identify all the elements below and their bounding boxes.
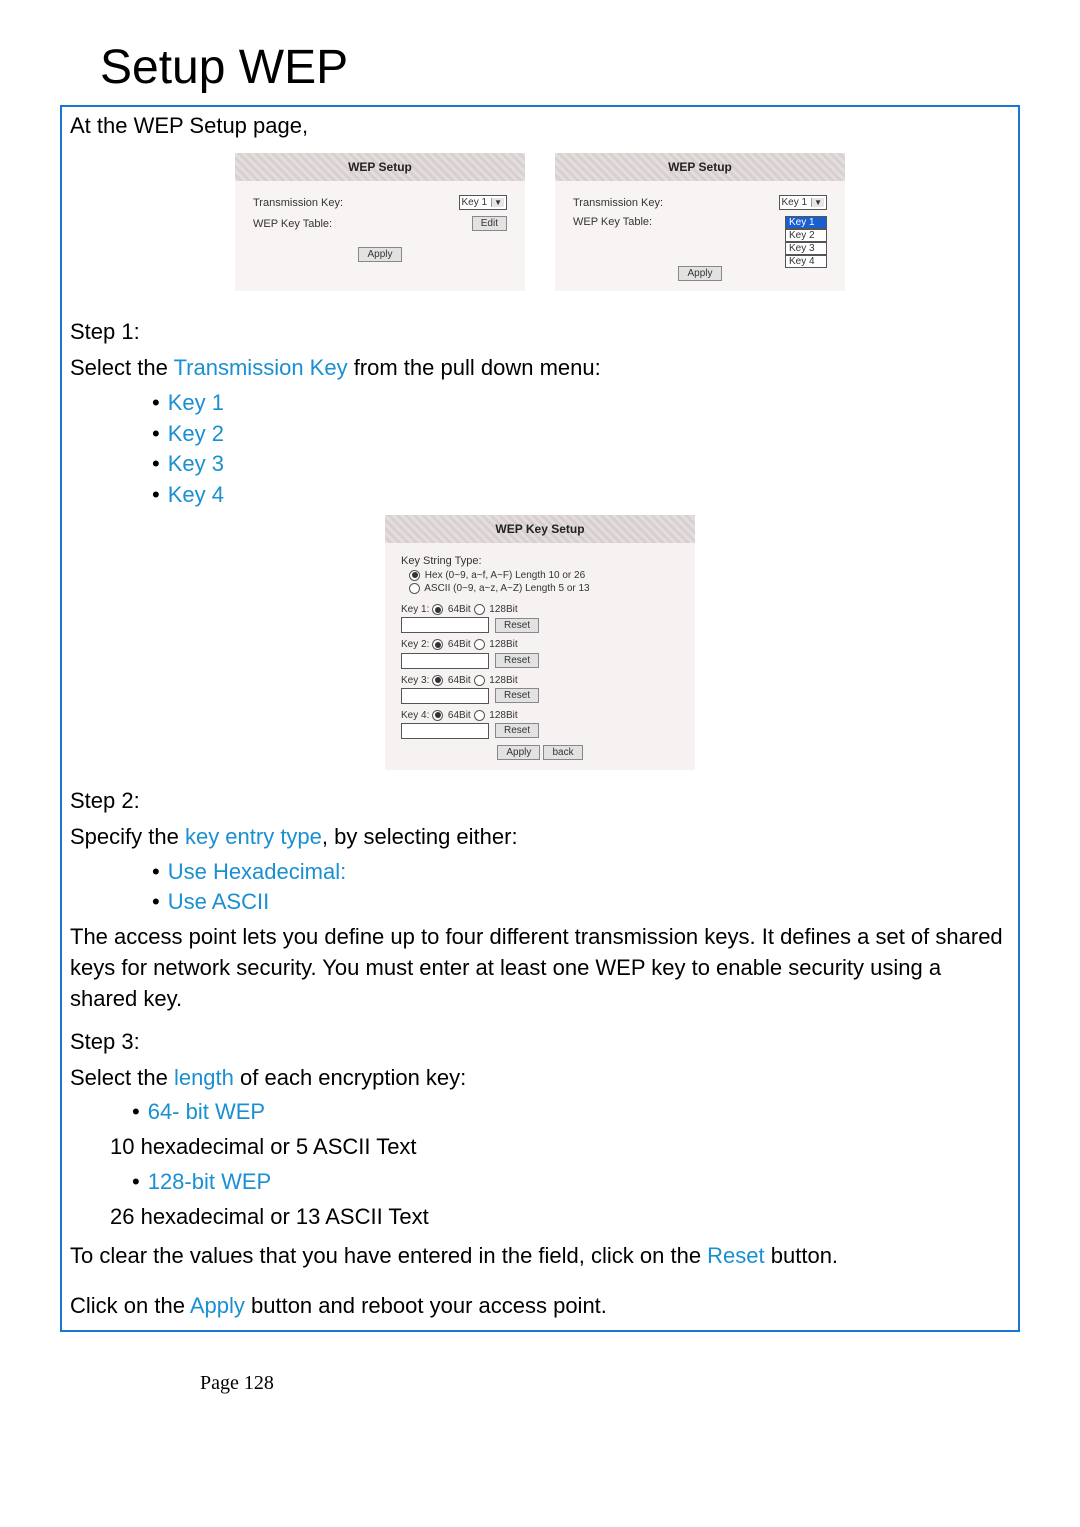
128bit-wep-bullet: 128-bit WEP <box>148 1167 272 1198</box>
bullet-icon: • <box>152 419 160 450</box>
key-3-label: Key 3: <box>401 675 429 686</box>
wep-setup-panel-1: WEP Setup Transmission Key: Key 1 ▼ WEP … <box>235 153 525 291</box>
step-1-label: Step 1: <box>62 309 1018 349</box>
ascii-option: ASCII (0~9, a~z, A~Z) Length 5 or 13 <box>424 583 589 594</box>
edit-button[interactable]: Edit <box>472 216 507 231</box>
128bit-description: 26 hexadecimal or 13 ASCII Text <box>102 1198 1018 1237</box>
reset-button[interactable]: Reset <box>495 653 539 668</box>
page-number: Page 128 <box>60 1332 1020 1395</box>
page-title: Setup WEP <box>100 40 1020 95</box>
use-hex-bullet: Use Hexadecimal: <box>168 857 347 888</box>
transmission-key-highlight: Transmission Key <box>174 355 348 380</box>
key-option-1[interactable]: Key 1 <box>785 216 827 229</box>
key-3-bullet: Key 3 <box>168 449 224 480</box>
transmission-key-label: Transmission Key: <box>573 197 779 209</box>
radio-64bit[interactable] <box>432 710 443 721</box>
key-option-2[interactable]: Key 2 <box>785 229 827 242</box>
panel-title: WEP Setup <box>555 153 845 181</box>
key-2-bullet: Key 2 <box>168 419 224 450</box>
step-1-text: Select the Transmission Key from the pul… <box>62 349 1018 388</box>
64bit-description: 10 hexadecimal or 5 ASCII Text <box>102 1128 1018 1167</box>
apply-button[interactable]: Apply <box>497 745 540 760</box>
bullet-icon: • <box>152 857 160 888</box>
step-2-label: Step 2: <box>62 778 1018 818</box>
transmission-key-select[interactable]: Key 1 ▼ <box>459 195 508 210</box>
key-2-label: Key 2: <box>401 640 429 651</box>
key-1-input[interactable] <box>401 617 489 633</box>
chevron-down-icon: ▼ <box>811 198 824 207</box>
key-dropdown-options[interactable]: Key 1 Key 2 Key 3 Key 4 <box>785 216 827 268</box>
radio-64bit[interactable] <box>432 675 443 686</box>
key-3-input[interactable] <box>401 688 489 704</box>
bullet-icon: • <box>152 480 160 511</box>
step-3-label: Step 3: <box>62 1019 1018 1059</box>
panel-title: WEP Setup <box>235 153 525 181</box>
bullet-icon: • <box>132 1097 140 1128</box>
apply-instruction: Click on the Apply button and reboot you… <box>62 1275 1018 1330</box>
radio-64bit[interactable] <box>432 639 443 650</box>
content-box: At the WEP Setup page, WEP Setup Transmi… <box>60 105 1020 1332</box>
transmission-key-label: Transmission Key: <box>253 197 459 209</box>
step-2-text: Specify the key entry type, by selecting… <box>62 818 1018 857</box>
key-4-input[interactable] <box>401 723 489 739</box>
key-4-bullet: Key 4 <box>168 480 224 511</box>
apply-button[interactable]: Apply <box>358 247 401 262</box>
radio-hex[interactable] <box>409 570 420 581</box>
reset-instruction: To clear the values that you have entere… <box>62 1237 1018 1276</box>
reset-button[interactable]: Reset <box>495 618 539 633</box>
radio-64bit[interactable] <box>432 604 443 615</box>
length-highlight: length <box>174 1065 234 1090</box>
transmission-key-select[interactable]: Key 1 ▼ <box>779 195 828 210</box>
key-entry-type-highlight: key entry type <box>185 824 322 849</box>
step-3-text: Select the length of each encryption key… <box>62 1059 1018 1098</box>
key-option-4[interactable]: Key 4 <box>785 255 827 268</box>
intro-text: At the WEP Setup page, <box>62 107 1018 145</box>
bullet-icon: • <box>152 388 160 419</box>
key-string-type-label: Key String Type: <box>401 555 679 567</box>
radio-128bit[interactable] <box>474 675 485 686</box>
radio-128bit[interactable] <box>474 710 485 721</box>
apply-highlight: Apply <box>190 1293 245 1318</box>
radio-128bit[interactable] <box>474 639 485 650</box>
apply-button[interactable]: Apply <box>678 266 721 281</box>
reset-button[interactable]: Reset <box>495 688 539 703</box>
reset-button[interactable]: Reset <box>495 723 539 738</box>
step-2-paragraph: The access point lets you define up to f… <box>62 918 1018 1018</box>
64bit-wep-bullet: 64- bit WEP <box>148 1097 265 1128</box>
key-4-label: Key 4: <box>401 710 429 721</box>
key-1-bullet: Key 1 <box>168 388 224 419</box>
wep-key-table-label: WEP Key Table: <box>253 218 472 230</box>
wep-key-table-label: WEP Key Table: <box>573 216 785 228</box>
bullet-icon: • <box>132 1167 140 1198</box>
radio-128bit[interactable] <box>474 604 485 615</box>
use-ascii-bullet: Use ASCII <box>168 887 269 918</box>
screenshot-row: WEP Setup Transmission Key: Key 1 ▼ WEP … <box>62 145 1018 309</box>
key-option-3[interactable]: Key 3 <box>785 242 827 255</box>
bullet-icon: • <box>152 887 160 918</box>
back-button[interactable]: back <box>543 745 582 760</box>
hex-option: Hex (0~9, a~f, A~F) Length 10 or 26 <box>425 570 585 581</box>
panel-title: WEP Key Setup <box>385 515 695 543</box>
bullet-icon: • <box>152 449 160 480</box>
chevron-down-icon: ▼ <box>491 198 504 207</box>
radio-ascii[interactable] <box>409 583 420 594</box>
reset-highlight: Reset <box>707 1243 764 1268</box>
key-1-label: Key 1: <box>401 604 429 615</box>
key-2-input[interactable] <box>401 653 489 669</box>
wep-key-setup-panel: WEP Key Setup Key String Type: Hex (0~9,… <box>385 515 695 770</box>
wep-setup-panel-2: WEP Setup Transmission Key: Key 1 ▼ WEP … <box>555 153 845 291</box>
